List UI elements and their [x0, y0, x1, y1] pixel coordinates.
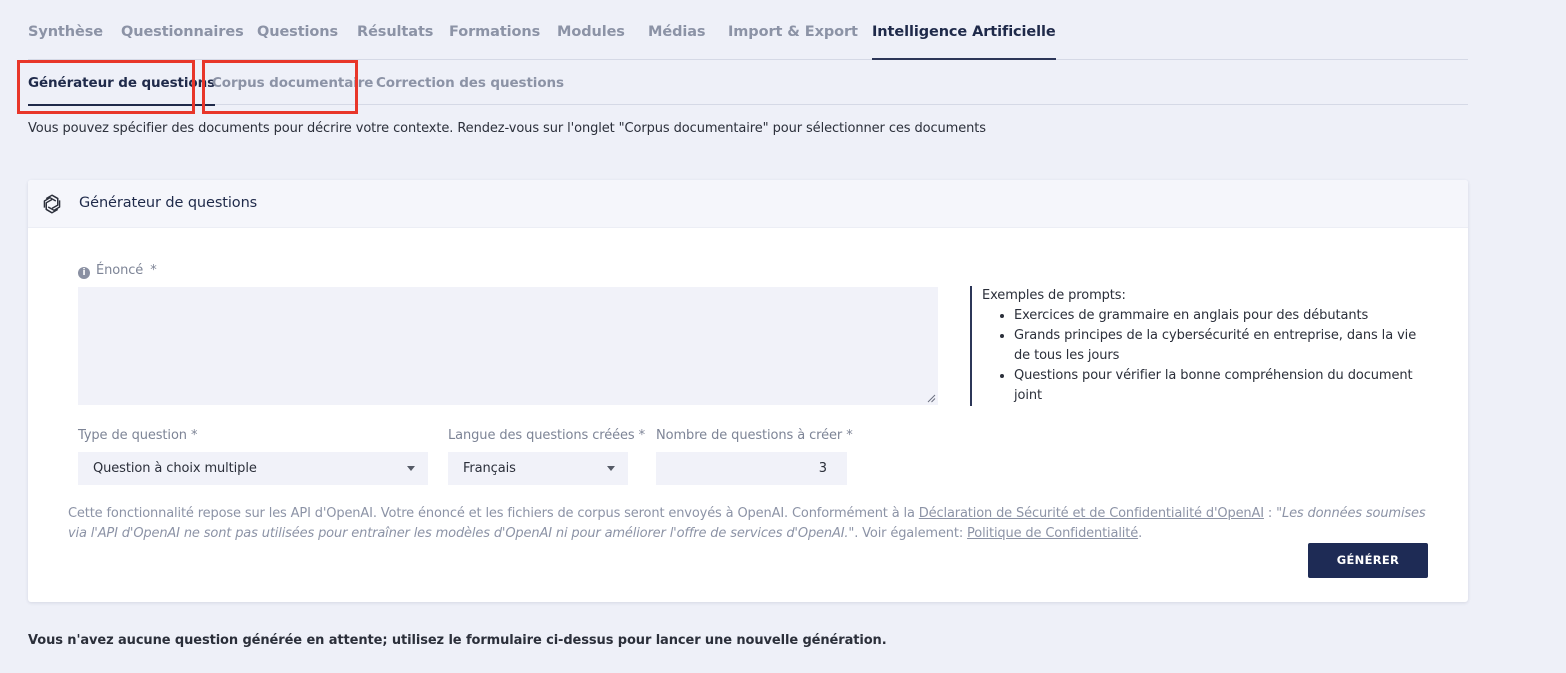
- examples-list: Exercices de grammaire en anglais pour d…: [982, 306, 1430, 406]
- disclaimer-text: Cette fonctionnalité repose sur les API …: [68, 506, 919, 521]
- nombre-questions-label-text: Nombre de questions à créer: [656, 428, 843, 443]
- type-question-select[interactable]: Question à choix multiple: [78, 452, 428, 485]
- pending-status-text: Vous n'avez aucune question générée en a…: [28, 633, 887, 648]
- enonce-label: i Énoncé *: [78, 263, 157, 279]
- subtab-correction[interactable]: Correction des questions: [376, 75, 564, 91]
- tab-import-export[interactable]: Import & Export: [728, 24, 858, 40]
- subtab-corpus[interactable]: Corpus documentaire: [212, 75, 373, 91]
- openai-privacy-link[interactable]: Déclaration de Sécurité et de Confidenti…: [919, 506, 1264, 521]
- resize-grip-icon[interactable]: [927, 394, 936, 403]
- card-title: Générateur de questions: [79, 195, 258, 211]
- disclaimer-see-also: . Voir également:: [854, 526, 968, 541]
- generate-button[interactable]: GÉNÉRER: [1308, 543, 1428, 578]
- example-item: Questions pour vérifier la bonne compréh…: [1014, 366, 1430, 406]
- card-header: Générateur de questions: [28, 180, 1468, 228]
- caret-down-icon: [607, 466, 615, 471]
- tab-intelligence-artificielle[interactable]: Intelligence Artificielle: [872, 24, 1056, 60]
- privacy-policy-link[interactable]: Politique de Confidentialité: [967, 526, 1138, 541]
- langue-select[interactable]: Français: [448, 452, 628, 485]
- required-mark: *: [191, 428, 198, 443]
- langue-value: Français: [463, 461, 516, 476]
- tab-synthese[interactable]: Synthèse: [28, 24, 103, 40]
- disclaimer-separator: :: [1263, 506, 1277, 521]
- prompt-examples: Exemples de prompts: Exercices de gramma…: [970, 286, 1430, 406]
- disclaimer-end: .: [1138, 526, 1143, 541]
- tab-modules[interactable]: Modules: [557, 24, 625, 40]
- tab-resultats[interactable]: Résultats: [357, 24, 433, 40]
- main-tab-bar: Synthèse Questionnaires Questions Résult…: [28, 0, 1468, 60]
- langue-label: Langue des questions créées *: [448, 428, 645, 443]
- subtab-generateur[interactable]: Générateur de questions: [28, 75, 215, 106]
- examples-title: Exemples de prompts:: [982, 288, 1126, 303]
- info-icon[interactable]: i: [78, 267, 90, 279]
- required-mark: *: [846, 428, 853, 443]
- sub-tab-bar: Générateur de questions Corpus documenta…: [28, 59, 1468, 106]
- example-item: Exercices de grammaire en anglais pour d…: [1014, 306, 1430, 326]
- tab-questionnaires[interactable]: Questionnaires: [121, 24, 244, 40]
- openai-icon: [43, 194, 61, 214]
- caret-down-icon: [407, 466, 415, 471]
- tab-medias[interactable]: Médias: [648, 24, 706, 40]
- required-mark: *: [150, 263, 157, 278]
- tab-formations[interactable]: Formations: [449, 24, 540, 40]
- type-question-label: Type de question *: [78, 428, 198, 443]
- type-question-value: Question à choix multiple: [93, 461, 257, 476]
- enonce-label-text: Énoncé: [96, 263, 144, 278]
- openai-disclaimer: Cette fonctionnalité repose sur les API …: [68, 504, 1428, 544]
- tab-questions[interactable]: Questions: [257, 24, 338, 40]
- nombre-questions-label: Nombre de questions à créer *: [656, 428, 853, 443]
- type-question-label-text: Type de question: [78, 428, 187, 443]
- example-item: Grands principes de la cybersécurité en …: [1014, 326, 1430, 366]
- enonce-textarea[interactable]: [78, 287, 938, 405]
- nombre-questions-input[interactable]: 3: [656, 452, 847, 485]
- required-mark: *: [638, 428, 646, 443]
- context-info-text: Vous pouvez spécifier des documents pour…: [28, 121, 986, 136]
- langue-label-text: Langue des questions créées: [448, 428, 635, 443]
- generator-card: Générateur de questions i Énoncé * Exempl…: [28, 180, 1468, 602]
